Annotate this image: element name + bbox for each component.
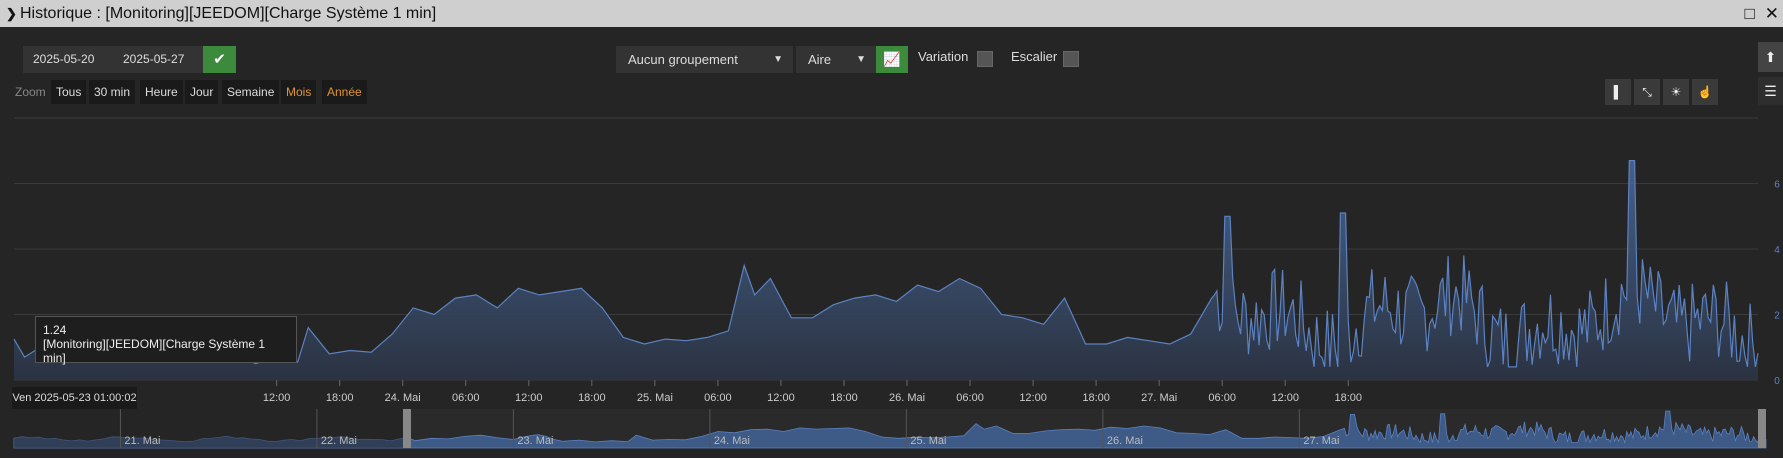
crosshair-date-label: Ven 2025-05-23 01:00:02: [12, 387, 137, 409]
window-titlebar: ❯ Historique : [Monitoring][JEEDOM][Char…: [0, 0, 1783, 27]
area-chart-icon: 📈: [883, 51, 901, 67]
date-end-input[interactable]: 2025-05-27: [113, 46, 203, 73]
stair-label: Escalier: [1011, 49, 1058, 64]
arrow-up-icon: ⬆: [1764, 49, 1777, 65]
chevron-down-icon: ▼: [856, 54, 866, 65]
date-start-input[interactable]: 2025-05-20: [23, 46, 113, 73]
theme-button[interactable]: ☀: [1663, 79, 1689, 105]
zoom-all-button[interactable]: Tous: [51, 80, 87, 104]
area-chart-button[interactable]: 📈: [876, 46, 908, 73]
menu-icon: ☰: [1764, 83, 1777, 99]
pointer-icon: ☝: [1697, 85, 1713, 99]
chart-type-select[interactable]: Aire ▼: [796, 46, 876, 73]
zoom-30min-button[interactable]: 30 min: [89, 80, 136, 104]
zoom-label: Zoom: [15, 85, 46, 99]
caret-right-icon[interactable]: ❯: [6, 6, 20, 22]
zoom-year-button[interactable]: Année: [322, 80, 367, 104]
window-title: Historique : [Monitoring][JEEDOM][Charge…: [20, 4, 437, 22]
variation-label: Variation: [918, 49, 969, 64]
tooltip-value: 1.24: [43, 323, 67, 337]
validate-button[interactable]: ✔: [203, 46, 236, 73]
grouping-select[interactable]: Aucun groupement ▼: [616, 46, 793, 73]
chart-menu-button[interactable]: ☰: [1758, 77, 1783, 105]
series-tooltip: 1.24 [Monitoring][JEEDOM][Charge Système…: [35, 316, 297, 365]
chevron-down-icon: ▼: [773, 54, 783, 65]
zoom-hour-button[interactable]: Heure: [140, 80, 183, 104]
compress-icon: ⤡: [1642, 85, 1652, 99]
zoom-month-button[interactable]: Mois: [281, 80, 317, 104]
pointer-button[interactable]: ☝: [1692, 79, 1718, 105]
maximize-icon[interactable]: □: [1744, 4, 1754, 24]
stair-checkbox[interactable]: [1063, 51, 1079, 67]
scroll-top-button[interactable]: ⬆: [1758, 42, 1783, 72]
variation-checkbox[interactable]: [977, 51, 993, 67]
toggle-bar-button[interactable]: ▌: [1605, 79, 1631, 105]
sun-icon: ☀: [1670, 85, 1682, 99]
close-icon[interactable]: ✕: [1765, 4, 1779, 24]
zoom-week-button[interactable]: Semaine: [222, 80, 280, 104]
check-icon: ✔: [213, 51, 226, 68]
tooltip-series: [Monitoring][JEEDOM][Charge Système 1 mi…: [43, 337, 266, 365]
compress-button[interactable]: ⤡: [1634, 79, 1660, 105]
zoom-day-button[interactable]: Jour: [185, 80, 219, 104]
bar-icon: ▌: [1613, 85, 1623, 99]
